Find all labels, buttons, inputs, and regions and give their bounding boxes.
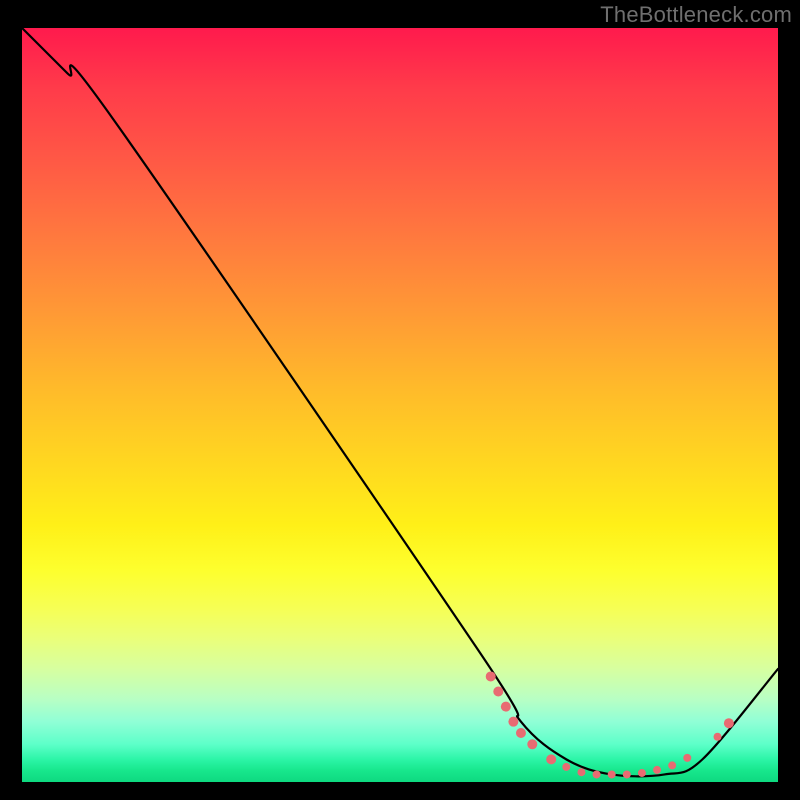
curve-marker — [593, 770, 601, 778]
curve-marker — [486, 671, 496, 681]
curve-marker — [493, 687, 503, 697]
curve-marker — [683, 754, 691, 762]
curve-marker — [668, 761, 676, 769]
curve-marker — [714, 733, 722, 741]
curve-marker — [546, 754, 556, 764]
curve-marker — [562, 763, 570, 771]
curve-marker — [516, 728, 526, 738]
curve-marker — [608, 770, 616, 778]
curve-marker — [623, 770, 631, 778]
curve-marker — [527, 739, 537, 749]
curve-marker — [508, 717, 518, 727]
curve-marker — [501, 702, 511, 712]
curve-layer — [22, 28, 778, 782]
curve-marker — [638, 769, 646, 777]
curve-marker — [577, 768, 585, 776]
curve-marker — [653, 766, 661, 774]
plot-area — [22, 28, 778, 782]
watermark-text: TheBottleneck.com — [600, 2, 792, 28]
chart-frame: TheBottleneck.com — [0, 0, 800, 800]
bottleneck-curve — [22, 28, 778, 776]
curve-marker — [724, 718, 734, 728]
